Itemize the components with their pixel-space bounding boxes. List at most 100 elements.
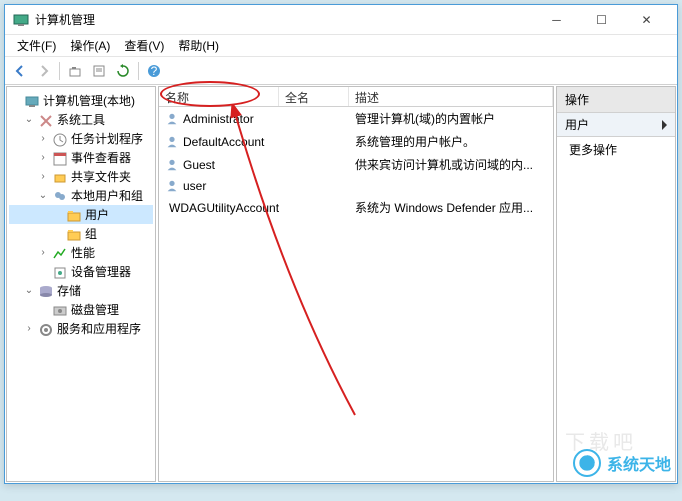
tree-node-11[interactable]: 磁盘管理 <box>9 300 153 319</box>
tree-node-0[interactable]: 计算机管理(本地) <box>9 91 153 110</box>
tools-icon <box>38 113 54 127</box>
svg-text:?: ? <box>151 64 158 78</box>
up-button[interactable] <box>64 60 86 82</box>
user-name: user <box>183 179 206 193</box>
watermark: 系统天地 <box>573 449 671 477</box>
user-row-3[interactable]: user <box>159 176 553 196</box>
folder-icon <box>66 227 82 241</box>
expand-icon[interactable]: › <box>23 323 35 334</box>
tree-label: 共享文件夹 <box>71 168 131 185</box>
menu-view[interactable]: 查看(V) <box>118 35 170 56</box>
tree-label: 组 <box>85 225 97 242</box>
col-name[interactable]: 名称 <box>159 87 279 106</box>
menu-help[interactable]: 帮助(H) <box>172 35 225 56</box>
help-button[interactable]: ? <box>143 60 165 82</box>
user-name: WDAGUtilityAccount <box>169 201 279 215</box>
tree-pane[interactable]: 计算机管理(本地) ⌄ 系统工具 › 任务计划程序 › 事件查看器 › 共享文件夹⌄本地用户和组… <box>6 86 156 482</box>
expand-icon[interactable]: › <box>37 133 49 144</box>
tree-node-5[interactable]: ⌄本地用户和组 <box>9 186 153 205</box>
tree-node-9[interactable]: 设备管理器 <box>9 262 153 281</box>
actions-context-label: 用户 <box>565 116 589 133</box>
expand-icon[interactable]: › <box>37 171 49 182</box>
user-desc: 供来宾访问计算机或访问域的内... <box>349 155 553 174</box>
list-header: 名称 全名 描述 <box>159 87 553 107</box>
watermark-text: 系统天地 <box>607 451 671 475</box>
tree-label: 事件查看器 <box>71 149 131 166</box>
computer-icon <box>24 94 40 108</box>
watermark-logo-icon <box>573 449 601 477</box>
body: 计算机管理(本地) ⌄ 系统工具 › 任务计划程序 › 事件查看器 › 共享文件夹⌄本地用户和组… <box>5 85 677 483</box>
back-button[interactable] <box>9 60 31 82</box>
menu-action[interactable]: 操作(A) <box>64 35 116 56</box>
device-icon <box>52 265 68 279</box>
user-fullname <box>279 178 349 194</box>
maximize-button[interactable]: ☐ <box>579 6 624 34</box>
properties-button[interactable] <box>88 60 110 82</box>
tree-node-12[interactable]: › 服务和应用程序 <box>9 319 153 338</box>
expand-icon[interactable]: ⌄ <box>23 285 35 296</box>
tree-node-1[interactable]: ⌄ 系统工具 <box>9 110 153 129</box>
task-icon <box>52 132 68 146</box>
list-pane[interactable]: 名称 全名 描述 Administrator管理计算机(域)的内置帐户Defau… <box>158 86 554 482</box>
user-row-4[interactable]: WDAGUtilityAccount 系统为 Windows Defender 应… <box>159 196 553 219</box>
tree-node-6[interactable]: 用户 <box>9 205 153 224</box>
user-icon <box>165 112 179 126</box>
user-fullname <box>279 109 349 128</box>
expand-icon[interactable]: › <box>37 152 49 163</box>
expand-icon[interactable]: ⌄ <box>23 114 35 125</box>
actions-more[interactable]: 更多操作 <box>557 137 675 162</box>
user-desc: 系统为 Windows Defender 应用... <box>349 198 553 217</box>
tree-node-8[interactable]: › 性能 <box>9 243 153 262</box>
user-desc: 系统管理的用户帐户。 <box>349 132 553 151</box>
tree-label: 磁盘管理 <box>71 301 119 318</box>
expand-icon[interactable]: ⌄ <box>37 190 49 201</box>
tree-label: 用户 <box>85 206 109 223</box>
forward-button[interactable] <box>33 60 55 82</box>
titlebar: 计算机管理 ─ ☐ ✕ <box>5 5 677 35</box>
user-fullname <box>279 198 349 217</box>
perf-icon <box>52 246 68 260</box>
user-desc <box>349 178 553 194</box>
user-row-0[interactable]: Administrator管理计算机(域)的内置帐户 <box>159 107 553 130</box>
tree-node-7[interactable]: 组 <box>9 224 153 243</box>
main-window: 计算机管理 ─ ☐ ✕ 文件(F) 操作(A) 查看(V) 帮助(H) ? 计算… <box>4 4 678 484</box>
share-icon <box>52 170 68 184</box>
toolbar-sep <box>59 62 60 80</box>
user-name: Administrator <box>183 112 254 126</box>
tree-node-3[interactable]: › 事件查看器 <box>9 148 153 167</box>
window-title: 计算机管理 <box>35 11 534 28</box>
tree-label: 服务和应用程序 <box>57 320 141 337</box>
tree-node-4[interactable]: › 共享文件夹 <box>9 167 153 186</box>
col-fullname[interactable]: 全名 <box>279 87 349 106</box>
user-name: Guest <box>183 158 215 172</box>
user-row-2[interactable]: Guest 供来宾访问计算机或访问域的内... <box>159 153 553 176</box>
user-icon <box>165 158 179 172</box>
disk-icon <box>52 303 68 317</box>
toolbar: ? <box>5 57 677 85</box>
menubar: 文件(F) 操作(A) 查看(V) 帮助(H) <box>5 35 677 57</box>
refresh-button[interactable] <box>112 60 134 82</box>
col-desc[interactable]: 描述 <box>349 87 553 106</box>
storage-icon <box>38 284 54 298</box>
user-row-1[interactable]: DefaultAccount 系统管理的用户帐户。 <box>159 130 553 153</box>
tree-label: 存储 <box>57 282 81 299</box>
tree-label: 设备管理器 <box>71 263 131 280</box>
tree-label: 性能 <box>71 244 95 261</box>
menu-file[interactable]: 文件(F) <box>11 35 62 56</box>
user-name: DefaultAccount <box>183 135 264 149</box>
tree-label: 计算机管理(本地) <box>43 92 135 109</box>
event-icon <box>52 151 68 165</box>
tree-node-10[interactable]: ⌄ 存储 <box>9 281 153 300</box>
users-icon <box>52 189 68 203</box>
close-button[interactable]: ✕ <box>624 6 669 34</box>
minimize-button[interactable]: ─ <box>534 6 579 34</box>
toolbar-sep <box>138 62 139 80</box>
user-fullname <box>279 155 349 174</box>
actions-context[interactable]: 用户 <box>557 113 675 137</box>
tree-label: 任务计划程序 <box>71 130 143 147</box>
expand-icon[interactable]: › <box>37 247 49 258</box>
svc-icon <box>38 322 54 336</box>
actions-header: 操作 <box>557 87 675 113</box>
tree-node-2[interactable]: › 任务计划程序 <box>9 129 153 148</box>
tree-label: 系统工具 <box>57 111 105 128</box>
